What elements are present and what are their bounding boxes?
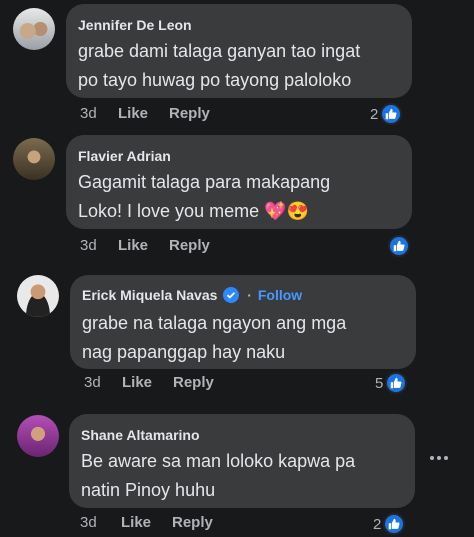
comment-bubble: Flavier Adrian Gagamit talaga para makap… [66, 135, 412, 229]
separator-dot: · [247, 287, 252, 303]
comment: Shane Altamarino Be aware sa man loloko … [0, 402, 474, 537]
comment-timestamp[interactable]: 3d [80, 105, 97, 122]
comment-timestamp[interactable]: 3d [80, 237, 97, 254]
comment: Flavier Adrian Gagamit talaga para makap… [0, 130, 474, 265]
avatar[interactable] [13, 8, 55, 50]
comment-text-line: grabe na talaga ngayon ang mga [82, 313, 347, 333]
reaction-summary[interactable]: 2 [370, 102, 403, 126]
comment-author[interactable]: Shane Altamarino [81, 427, 200, 443]
thumbs-up-icon [383, 513, 406, 535]
reaction-summary[interactable]: 5 [375, 371, 408, 395]
thumbs-up-icon [380, 103, 403, 125]
comment-author[interactable]: Flavier Adrian [78, 148, 171, 164]
reply-button[interactable]: Reply [172, 514, 213, 531]
more-options-icon[interactable] [429, 444, 449, 467]
comment: Jennifer De Leon grabe dami talaga ganya… [0, 0, 474, 130]
comment-author[interactable]: Erick Miquela Navas · Follow [82, 287, 302, 303]
reply-button[interactable]: Reply [173, 374, 214, 391]
like-button[interactable]: Like [118, 237, 148, 254]
comment-actions: 3d Like Reply [0, 105, 474, 127]
avatar[interactable] [17, 275, 59, 317]
like-button[interactable]: Like [121, 514, 151, 531]
comment-bubble: Jennifer De Leon grabe dami talaga ganya… [66, 4, 412, 98]
comment-timestamp[interactable]: 3d [80, 514, 97, 531]
like-button[interactable]: Like [122, 374, 152, 391]
reply-button[interactable]: Reply [169, 105, 210, 122]
avatar[interactable] [13, 138, 55, 180]
comment-text-line: po tayo huwag po tayong paloloko [78, 70, 352, 90]
comment-text-line: Gagamit talaga para makapang [78, 172, 331, 192]
reaction-count: 2 [373, 515, 382, 533]
comment-text-line: grabe dami talaga ganyan tao ingat [78, 41, 361, 61]
like-button[interactable]: Like [118, 105, 148, 122]
comment-text: Be aware sa man loloko kapwa pa natin Pi… [81, 447, 355, 505]
reaction-summary[interactable]: 2 [373, 512, 406, 536]
reaction-count: 2 [370, 105, 379, 123]
comment-text: Gagamit talaga para makapang Loko! I lov… [78, 168, 330, 226]
comment-text-line: natin Pinoy huhu [81, 480, 216, 500]
comment-text-line: Loko! I love you meme 💖😍 [78, 201, 309, 221]
comment-author[interactable]: Jennifer De Leon [78, 17, 192, 33]
comment-timestamp[interactable]: 3d [84, 374, 101, 391]
thumbs-up-icon [388, 235, 410, 257]
comment-bubble: Shane Altamarino Be aware sa man loloko … [69, 414, 415, 508]
comment: Erick Miquela Navas · Follow grabe na ta… [0, 265, 474, 402]
comment-text-line: nag papanggap hay naku [82, 342, 286, 362]
verified-badge-icon [223, 287, 240, 303]
follow-button[interactable]: Follow [258, 287, 302, 303]
avatar[interactable] [17, 415, 59, 457]
comment-text: grabe na talaga ngayon ang mga nag papan… [82, 309, 346, 367]
reaction-summary[interactable] [386, 234, 410, 258]
reaction-count: 5 [375, 374, 384, 392]
comment-text-line: Be aware sa man loloko kapwa pa [81, 451, 356, 471]
comment-author-name[interactable]: Erick Miquela Navas [82, 287, 217, 303]
reply-button[interactable]: Reply [169, 237, 210, 254]
thumbs-up-icon [385, 372, 408, 394]
comment-text: grabe dami talaga ganyan tao ingat po ta… [78, 37, 360, 95]
comment-bubble: Erick Miquela Navas · Follow grabe na ta… [70, 275, 416, 369]
